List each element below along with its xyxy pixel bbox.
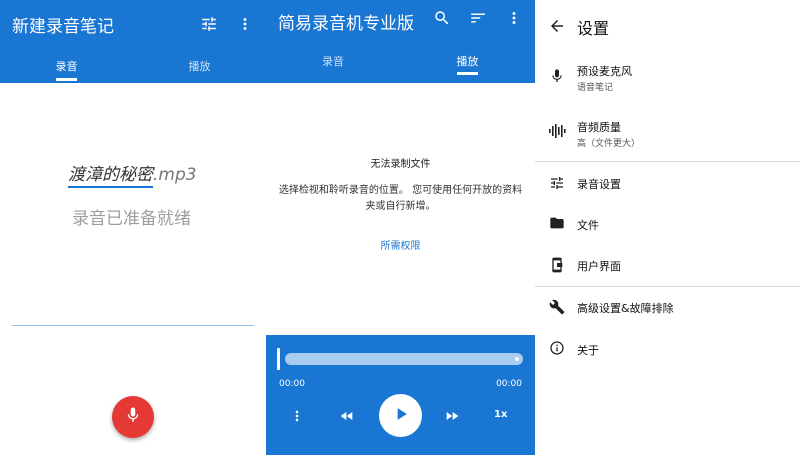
player-app-bar: 简易录音机专业版 录音 播放 <box>266 0 535 83</box>
search-icon[interactable] <box>430 6 454 30</box>
more-vert-icon[interactable] <box>233 12 257 36</box>
wrench-icon <box>547 297 567 317</box>
tune-icon[interactable] <box>197 12 221 36</box>
player-title: 简易录音机专业版 <box>278 14 414 34</box>
filename-extension: .mp3 <box>153 165 197 185</box>
settings-divider <box>535 286 800 287</box>
settings-item-label: 用户界面 <box>577 260 621 273</box>
settings-item-label: 音频质量 <box>577 121 621 134</box>
back-arrow-icon[interactable] <box>547 16 567 36</box>
settings-item-sub: 高（文件更大） <box>577 139 641 149</box>
player-panel: 简易录音机专业版 录音 播放 无法录制文件 选择检视和聆听录音的位置。 您可使用… <box>266 0 535 455</box>
seek-bar[interactable] <box>285 353 523 365</box>
seek-end-dot <box>515 357 519 361</box>
tab-indicator <box>457 72 478 75</box>
more-vert-icon[interactable] <box>502 6 526 30</box>
filename-field[interactable]: 渡漳的秘密.mp3 <box>68 160 197 188</box>
settings-item-label: 预设麦克风 <box>577 65 632 78</box>
settings-item-about[interactable]: 关于 <box>535 333 800 365</box>
tab-indicator <box>56 78 77 81</box>
time-total: 00:00 <box>496 379 522 389</box>
record-button[interactable] <box>112 396 154 438</box>
audio-wave-icon <box>547 121 567 141</box>
mic-icon <box>547 66 567 86</box>
settings-title: 设置 <box>577 19 610 38</box>
recorder-panel: 新建录音笔记 录音 播放 渡漳的秘密.mp3 录音已准备就绪 <box>0 0 266 455</box>
more-vert-icon[interactable] <box>288 407 306 425</box>
settings-item-sub: 语音笔记 <box>577 83 614 93</box>
settings-item-user-interface[interactable]: 用户界面 <box>535 249 800 281</box>
sort-icon[interactable] <box>466 6 490 30</box>
info-icon <box>547 338 567 358</box>
folder-icon <box>547 213 567 233</box>
tab-record[interactable]: 录音 <box>0 58 133 74</box>
error-title: 无法录制文件 <box>370 159 431 170</box>
settings-item-label: 关于 <box>577 344 599 357</box>
time-elapsed: 00:00 <box>279 379 305 389</box>
recorder-title: 新建录音笔记 <box>12 17 114 37</box>
player-controls: 00:00 00:00 1x <box>266 335 535 455</box>
settings-panel: 设置 预设麦克风 语音笔记 音频质量 高（文件更大） 录音设置 文件 用户界面 … <box>535 0 800 455</box>
level-divider <box>12 325 254 326</box>
tab-playback[interactable]: 播放 <box>133 58 266 74</box>
speed-button[interactable]: 1x <box>494 409 507 420</box>
phone-ui-icon <box>547 255 567 275</box>
error-description: 选择检视和聆听录音的位置。 您可使用任何开放的资料夹或自行新增。 <box>278 185 523 212</box>
mic-icon <box>124 406 142 428</box>
settings-item-label: 高级设置&故障排除 <box>577 302 674 315</box>
tune-icon <box>547 173 567 193</box>
settings-item-label: 录音设置 <box>577 178 621 191</box>
play-icon <box>391 404 411 428</box>
filename-name[interactable]: 渡漳的秘密 <box>68 165 153 188</box>
settings-item-record-settings[interactable]: 录音设置 <box>535 167 800 199</box>
settings-item-advanced[interactable]: 高级设置&故障排除 <box>535 292 800 324</box>
tab-playback[interactable]: 播放 <box>400 53 535 69</box>
settings-item-audio-quality[interactable]: 音频质量 高（文件更大） <box>535 112 800 158</box>
settings-item-label: 文件 <box>577 219 599 232</box>
seek-handle[interactable] <box>277 348 280 370</box>
settings-item-default-mic[interactable]: 预设麦克风 语音笔记 <box>535 58 800 104</box>
fast-forward-icon[interactable] <box>443 407 461 425</box>
rewind-icon[interactable] <box>338 407 356 425</box>
settings-item-files[interactable]: 文件 <box>535 208 800 240</box>
settings-divider <box>535 161 800 162</box>
recorder-app-bar: 新建录音笔记 录音 播放 <box>0 0 266 83</box>
record-status: 录音已准备就绪 <box>72 209 191 229</box>
play-button[interactable] <box>379 394 422 437</box>
tab-record[interactable]: 录音 <box>266 53 400 69</box>
permission-link[interactable]: 所需权限 <box>266 237 535 252</box>
